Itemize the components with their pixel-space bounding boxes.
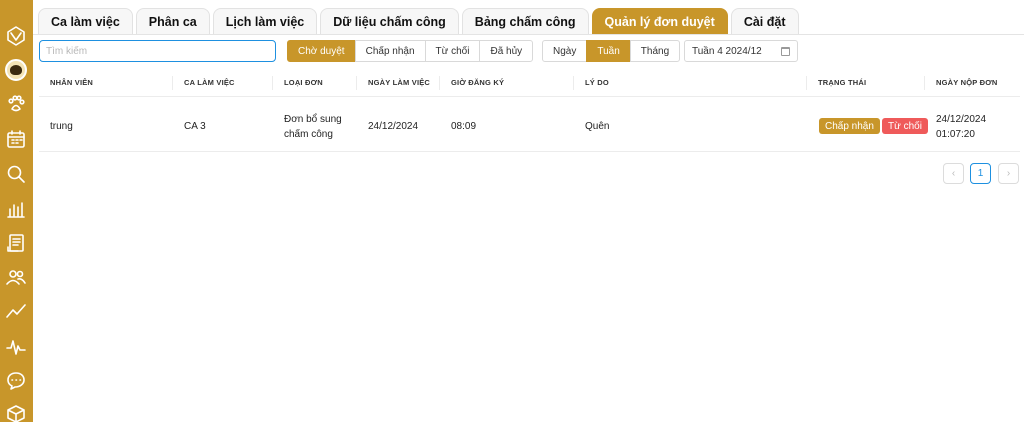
users-icon[interactable] (5, 266, 27, 288)
cell-reason: Quên (585, 121, 610, 132)
column-divider (924, 76, 925, 90)
avatar[interactable] (5, 59, 27, 81)
col-reg-time: GIỜ ĐĂNG KÝ (451, 78, 505, 87)
col-work-date: NGÀY LÀM VIỆC (368, 78, 431, 87)
tab-shifts[interactable]: Ca làm việc (38, 8, 133, 34)
column-divider (356, 76, 357, 90)
pulse-icon[interactable] (5, 336, 27, 358)
cell-work-date: 24/12/2024 (368, 121, 419, 132)
cell-reg-time: 08:09 (451, 121, 477, 132)
period-day[interactable]: Ngày (542, 40, 588, 62)
tab-request-management[interactable]: Quản lý đơn duyệt (591, 8, 728, 34)
period-month[interactable]: Tháng (629, 40, 681, 62)
filter-accepted[interactable]: Chấp nhận (354, 40, 426, 62)
col-reason: LÝ DO (585, 78, 609, 87)
reject-button[interactable]: Từ chối (882, 118, 928, 134)
week-picker-value: Tuần 4 2024/12 (692, 45, 762, 57)
document-icon[interactable] (5, 232, 27, 254)
column-divider (573, 76, 574, 90)
column-divider (439, 76, 440, 90)
calendar-icon (781, 46, 790, 56)
next-page-button[interactable]: › (998, 163, 1019, 184)
calendar-icon[interactable] (5, 128, 27, 150)
cell-employee: trung (50, 121, 73, 132)
cell-type: Đơn bổ sung chấm công (284, 114, 342, 140)
tab-schedule[interactable]: Lịch làm việc (212, 8, 318, 34)
column-divider (172, 76, 173, 90)
column-divider (806, 76, 807, 90)
period-week[interactable]: Tuần (586, 40, 631, 62)
prev-page-button[interactable]: ‹ (943, 163, 964, 184)
sidebar (0, 0, 33, 422)
page-1-button[interactable]: 1 (970, 163, 991, 184)
filter-rejected[interactable]: Từ chối (424, 40, 481, 62)
trend-icon[interactable] (5, 300, 27, 322)
col-employee: NHÂN VIÊN (50, 78, 94, 87)
app-root: Ca làm việc Phân ca Lịch làm việc Dữ liệ… (0, 0, 1024, 422)
tab-settings[interactable]: Cài đặt (730, 8, 799, 34)
tab-timesheet[interactable]: Bảng chấm công (461, 8, 589, 34)
accept-button[interactable]: Chấp nhận (819, 118, 880, 134)
filter-pending[interactable]: Chờ duyệt (287, 40, 356, 62)
chat-icon[interactable] (5, 370, 27, 392)
col-shift: CA LÀM VIỆC (184, 78, 235, 87)
search-input[interactable] (39, 40, 276, 62)
week-picker[interactable]: Tuần 4 2024/12 (684, 40, 798, 62)
table-header: NHÂN VIÊN CA LÀM VIỆC LOẠI ĐƠN NGÀY LÀM … (39, 69, 1020, 97)
box-icon[interactable] (5, 403, 27, 422)
search-icon[interactable] (5, 163, 27, 185)
column-divider (272, 76, 273, 90)
main-content: Ca làm việc Phân ca Lịch làm việc Dữ liệ… (33, 0, 1024, 422)
paw-icon[interactable] (5, 93, 27, 115)
col-status: TRẠNG THÁI (818, 78, 867, 87)
filter-cancelled[interactable]: Đã hủy (479, 40, 534, 62)
tab-bar: Ca làm việc Phân ca Lịch làm việc Dữ liệ… (38, 8, 799, 34)
table-row[interactable]: trung CA 3 Đơn bổ sung chấm công 24/12/2… (39, 100, 1020, 152)
cell-shift: CA 3 (184, 121, 206, 132)
tab-shift-assignment[interactable]: Phân ca (135, 8, 210, 34)
status-filter: Chờ duyệt Chấp nhận Từ chối Đã hủy (287, 40, 534, 62)
col-submitted: NGÀY NỘP ĐƠN (936, 78, 998, 87)
bar-chart-icon[interactable] (5, 198, 27, 220)
tab-attendance-data[interactable]: Dữ liệu chấm công (320, 8, 459, 34)
col-type: LOẠI ĐƠN (284, 78, 323, 87)
period-filter: Ngày Tuần Tháng (542, 40, 681, 62)
logo-icon[interactable] (5, 25, 27, 47)
cell-submitted: 24/12/2024 01:07:20 (936, 114, 987, 140)
tab-divider (33, 34, 1024, 35)
